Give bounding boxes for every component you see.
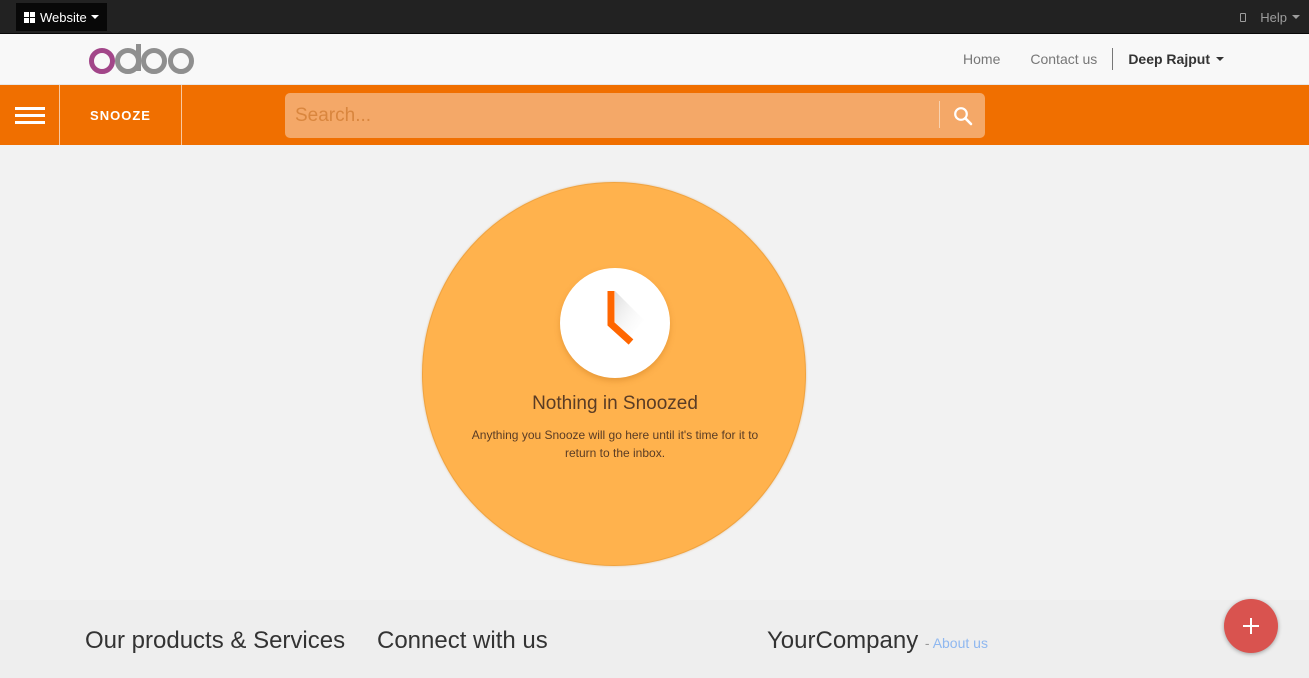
footer-company-heading: YourCompany - About us <box>767 627 988 655</box>
website-menu-button[interactable]: Website <box>16 3 107 31</box>
footer-products-heading: Our products & Services <box>85 627 346 654</box>
caret-down-icon <box>90 15 99 19</box>
empty-state-title: Nothing in Snoozed <box>532 393 698 414</box>
grid-icon <box>24 11 35 23</box>
company-name: YourCompany <box>767 627 919 654</box>
user-menu[interactable]: Deep Rajput <box>1128 51 1224 67</box>
empty-state-description: Anything you Snooze will go here until i… <box>471 428 759 460</box>
app-title: SNOOZE <box>60 85 182 145</box>
about-us-link[interactable]: About us <box>933 635 988 651</box>
odoo-logo-icon <box>89 44 194 74</box>
nav-divider <box>1112 48 1114 70</box>
caret-down-icon <box>1292 15 1300 19</box>
caret-down-icon <box>1216 57 1224 61</box>
search-bar <box>285 93 985 138</box>
help-menu-button[interactable]: Help <box>1260 10 1300 25</box>
empty-state-circle: Nothing in Snoozed Anything you Snooze w… <box>422 182 806 566</box>
user-name: Deep Rajput <box>1128 51 1210 67</box>
add-button[interactable] <box>1224 599 1278 653</box>
help-label: Help <box>1260 9 1287 25</box>
footer-connect-heading: Connect with us <box>377 627 548 654</box>
admin-bar: Website Help <box>0 0 1309 34</box>
mobile-preview-icon[interactable] <box>1240 12 1247 22</box>
search-input[interactable] <box>285 93 939 138</box>
hamburger-icon[interactable] <box>0 85 60 145</box>
search-icon <box>953 106 972 125</box>
site-header: Home Contact us Deep Rajput <box>0 34 1309 85</box>
clock-icon <box>560 268 670 378</box>
footer: Our products & Services Connect with us … <box>0 600 1309 678</box>
about-prefix: - <box>924 635 930 651</box>
app-bar: SNOOZE <box>0 85 1309 145</box>
main-nav: Home Contact us Deep Rajput <box>963 34 1224 84</box>
nav-home-link[interactable]: Home <box>963 51 1000 67</box>
plus-icon <box>1243 618 1259 634</box>
odoo-logo[interactable] <box>88 44 196 81</box>
nav-contact-link[interactable]: Contact us <box>1030 51 1097 67</box>
search-button[interactable] <box>940 93 985 138</box>
website-menu-label: Website <box>40 9 87 25</box>
